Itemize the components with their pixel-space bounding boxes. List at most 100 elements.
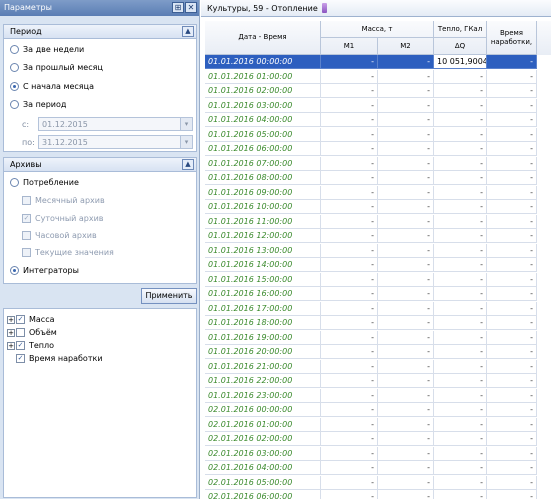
date-cell[interactable]: 02.01.2016 05:00:00: [205, 475, 321, 490]
dq-cell[interactable]: -: [434, 185, 487, 200]
m1-cell[interactable]: -: [321, 229, 378, 243]
date-cell[interactable]: 01.01.2016 02:00:00: [205, 84, 321, 98]
radio-circle-selected[interactable]: [10, 266, 19, 275]
date-cell[interactable]: 01.01.2016 22:00:00: [205, 374, 321, 388]
m2-cell[interactable]: -: [378, 330, 434, 345]
m1-cell[interactable]: -: [321, 200, 378, 214]
radio-circle[interactable]: [10, 178, 19, 187]
runtime-cell[interactable]: -: [487, 258, 537, 272]
dq-cell[interactable]: -: [434, 200, 487, 214]
runtime-cell[interactable]: -: [487, 214, 537, 229]
runtime-cell[interactable]: -: [487, 185, 537, 200]
checkbox-monthly-archive[interactable]: Месячный архив: [22, 196, 105, 205]
date-cell[interactable]: 02.01.2016 00:00:00: [205, 403, 321, 417]
m1-cell[interactable]: -: [321, 258, 378, 272]
date-cell[interactable]: 01.01.2016 10:00:00: [205, 200, 321, 214]
table-row[interactable]: 02.01.2016 04:00:00- - - -: [205, 461, 551, 475]
close-icon[interactable]: ✕: [185, 2, 197, 13]
runtime-cell[interactable]: -: [487, 171, 537, 185]
expand-icon[interactable]: +: [7, 315, 15, 324]
dq-cell[interactable]: -: [434, 229, 487, 243]
column-header-dq[interactable]: ΔQ: [434, 38, 487, 55]
runtime-cell[interactable]: -: [487, 142, 537, 156]
runtime-cell[interactable]: -: [487, 475, 537, 490]
table-row[interactable]: 01.01.2016 13:00:00- - - -: [205, 243, 551, 258]
dq-cell[interactable]: -: [434, 345, 487, 359]
m1-cell[interactable]: -: [321, 330, 378, 345]
runtime-cell[interactable]: -: [487, 156, 537, 171]
column-header-runtime[interactable]: Время наработки,: [487, 21, 537, 55]
date-cell[interactable]: 01.01.2016 17:00:00: [205, 301, 321, 316]
m1-cell[interactable]: -: [321, 69, 378, 84]
dq-cell[interactable]: -: [434, 98, 487, 113]
date-cell[interactable]: 01.01.2016 06:00:00: [205, 142, 321, 156]
date-cell[interactable]: 01.01.2016 19:00:00: [205, 330, 321, 345]
column-header-heat[interactable]: Тепло, ГКал: [434, 21, 487, 38]
m1-cell[interactable]: -: [321, 417, 378, 432]
date-cell[interactable]: 01.01.2016 00:00:00: [205, 55, 321, 69]
dq-cell[interactable]: -: [434, 417, 487, 432]
dq-cell[interactable]: -: [434, 156, 487, 171]
m2-cell[interactable]: -: [378, 374, 434, 388]
tree-item-runtime[interactable]: ✓ Время наработки: [16, 354, 103, 363]
date-cell[interactable]: 01.01.2016 05:00:00: [205, 127, 321, 142]
date-cell[interactable]: 01.01.2016 14:00:00: [205, 258, 321, 272]
dq-cell[interactable]: -: [434, 171, 487, 185]
dq-cell[interactable]: -: [434, 446, 487, 461]
runtime-cell[interactable]: -: [487, 69, 537, 84]
pin-icon[interactable]: ⊞: [172, 2, 184, 13]
m1-cell[interactable]: -: [321, 185, 378, 200]
column-header-date[interactable]: Дата - Время: [205, 21, 321, 55]
table-row[interactable]: 01.01.2016 07:00:00- - - -: [205, 156, 551, 171]
m2-cell[interactable]: -: [378, 185, 434, 200]
table-row[interactable]: 02.01.2016 05:00:00- - - -: [205, 475, 551, 490]
runtime-cell[interactable]: -: [487, 55, 537, 69]
m2-cell[interactable]: -: [378, 461, 434, 475]
column-header-mass[interactable]: Масса, т: [321, 21, 434, 38]
runtime-cell[interactable]: -: [487, 229, 537, 243]
from-date-field[interactable]: 01.12.2015 ▾: [38, 117, 193, 131]
m2-cell[interactable]: -: [378, 359, 434, 374]
m1-cell[interactable]: -: [321, 475, 378, 490]
runtime-cell[interactable]: -: [487, 417, 537, 432]
runtime-cell[interactable]: -: [487, 388, 537, 403]
m1-cell[interactable]: -: [321, 374, 378, 388]
m2-cell[interactable]: -: [378, 446, 434, 461]
table-row[interactable]: 01.01.2016 02:00:00- - - -: [205, 84, 551, 98]
m1-cell[interactable]: -: [321, 359, 378, 374]
m2-cell[interactable]: -: [378, 316, 434, 330]
m1-cell[interactable]: -: [321, 214, 378, 229]
m2-cell[interactable]: -: [378, 432, 434, 446]
table-row[interactable]: 01.01.2016 04:00:00- - - -: [205, 113, 551, 127]
table-row[interactable]: 01.01.2016 22:00:00- - - -: [205, 374, 551, 388]
radio-custom-period[interactable]: За период: [10, 100, 66, 109]
m2-cell[interactable]: -: [378, 272, 434, 287]
checkbox-checked[interactable]: ✓: [16, 315, 25, 324]
table-row[interactable]: 01.01.2016 18:00:00- - - -: [205, 316, 551, 330]
m1-cell[interactable]: -: [321, 156, 378, 171]
checkbox[interactable]: [16, 328, 25, 337]
m2-cell[interactable]: -: [378, 258, 434, 272]
table-row[interactable]: 01.01.2016 03:00:00- - - -: [205, 98, 551, 113]
checkbox-box-checked[interactable]: ✓: [22, 214, 31, 223]
m1-cell[interactable]: -: [321, 388, 378, 403]
to-date-field[interactable]: 31.12.2015 ▾: [38, 135, 193, 149]
date-cell[interactable]: 01.01.2016 20:00:00: [205, 345, 321, 359]
dq-cell[interactable]: -: [434, 475, 487, 490]
runtime-cell[interactable]: -: [487, 113, 537, 127]
m2-cell[interactable]: -: [378, 287, 434, 301]
radio-consumption[interactable]: Потребление: [10, 178, 79, 187]
m2-cell[interactable]: -: [378, 127, 434, 142]
checkbox-daily-archive[interactable]: ✓ Суточный архив: [22, 214, 104, 223]
table-row[interactable]: 02.01.2016 02:00:00- - - -: [205, 432, 551, 446]
table-row[interactable]: 01.01.2016 15:00:00- - - -: [205, 272, 551, 287]
dq-cell[interactable]: -: [434, 69, 487, 84]
m2-cell[interactable]: -: [378, 388, 434, 403]
runtime-cell[interactable]: -: [487, 127, 537, 142]
table-row[interactable]: 01.01.2016 01:00:00- - - -: [205, 69, 551, 84]
radio-circle-selected[interactable]: [10, 82, 19, 91]
runtime-cell[interactable]: -: [487, 461, 537, 475]
checkbox-current-values[interactable]: Текущие значения: [22, 248, 114, 257]
m1-cell[interactable]: -: [321, 127, 378, 142]
m1-cell[interactable]: -: [321, 446, 378, 461]
